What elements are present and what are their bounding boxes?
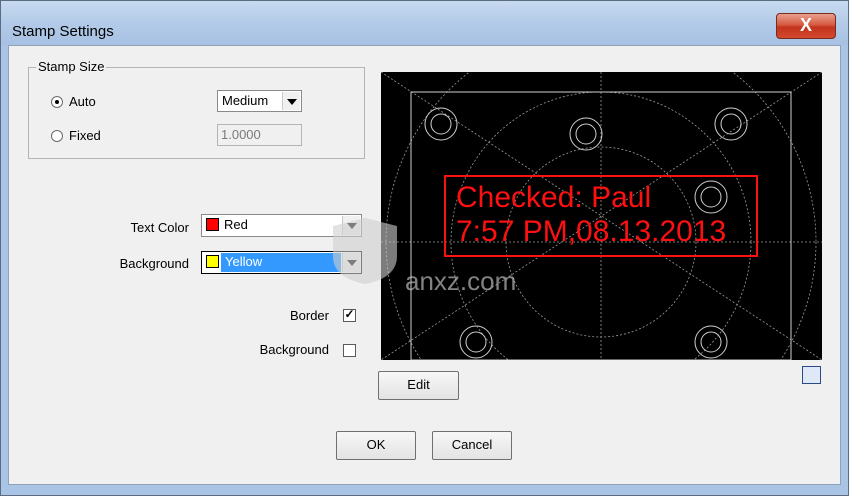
text-color-swatch (206, 218, 219, 231)
auto-radio[interactable] (51, 96, 63, 108)
background-color-swatch (206, 255, 219, 268)
watermark-logo: anxz.com (325, 216, 545, 296)
window-title: Stamp Settings (12, 23, 114, 40)
stamp-size-legend: Stamp Size (36, 59, 107, 74)
size-select[interactable]: Medium (217, 90, 302, 112)
dialog-body: Stamp Size Auto Medium Fixed 1.0000 Text… (8, 45, 841, 485)
stamp-line-1: Checked: Paul (456, 181, 652, 214)
edit-button[interactable]: Edit (378, 371, 459, 400)
background-color-value: Yellow (225, 254, 263, 269)
close-icon: X (799, 15, 812, 35)
border-checkbox[interactable]: ✓ (343, 307, 356, 322)
chevron-down-icon[interactable] (282, 92, 300, 110)
checkmark-icon: ✓ (344, 307, 355, 321)
title-bar[interactable]: Stamp Settings X (1, 1, 848, 45)
ok-button-label: OK (366, 437, 386, 452)
text-color-label: Text Color (130, 220, 189, 235)
ok-button[interactable]: OK (336, 431, 416, 460)
stamp-size-group: Stamp Size Auto Medium Fixed 1.0000 (28, 59, 365, 159)
watermark-text: anxz.com (405, 266, 517, 296)
background-checkbox[interactable] (343, 344, 356, 357)
close-button[interactable]: X (776, 13, 836, 39)
stamp-settings-dialog: Stamp Settings X Stamp Size Auto Medium … (0, 0, 849, 496)
background-color-label: Background (119, 256, 189, 271)
cancel-button[interactable]: Cancel (432, 431, 512, 460)
preview-settings-icon[interactable] (802, 366, 821, 384)
fixed-label[interactable]: Fixed (69, 128, 101, 143)
cancel-button-label: Cancel (451, 437, 493, 452)
text-color-value: Red (224, 217, 248, 232)
edit-button-label: Edit (407, 377, 430, 392)
auto-label[interactable]: Auto (69, 94, 96, 109)
fixed-size-input[interactable]: 1.0000 (217, 124, 302, 146)
fixed-radio[interactable] (51, 130, 63, 142)
size-select-value: Medium (222, 93, 269, 108)
shield-icon (333, 218, 397, 284)
border-label: Border (289, 308, 329, 323)
background-option-label: Background (259, 342, 329, 357)
